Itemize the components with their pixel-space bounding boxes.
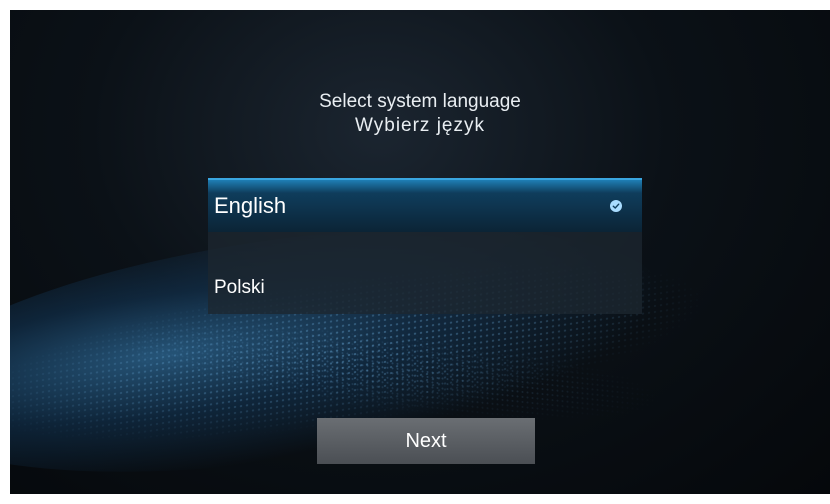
page-title: Select system language Wybierz język — [10, 90, 830, 138]
language-option-english[interactable]: English — [208, 178, 642, 232]
check-circle-icon — [610, 200, 622, 212]
language-option-polski[interactable]: Polski — [208, 232, 642, 314]
language-list: English Polski — [208, 178, 642, 314]
language-label: English — [214, 193, 287, 218]
title-english: Select system language — [319, 91, 521, 112]
language-label: Polski — [214, 277, 265, 298]
language-setup-screen: Select system language Wybierz język Eng… — [10, 10, 830, 494]
next-button[interactable]: Next — [317, 418, 535, 464]
title-polish: Wybierz język — [354, 115, 485, 136]
